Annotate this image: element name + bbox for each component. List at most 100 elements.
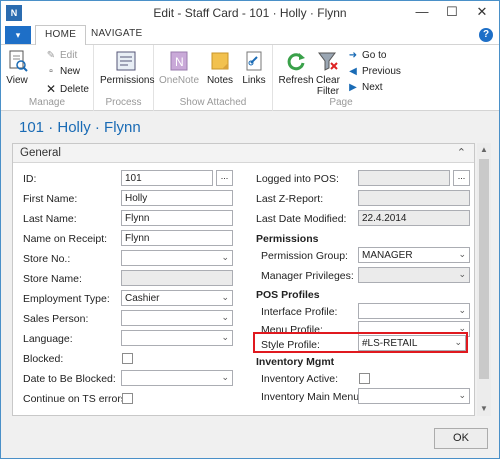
chevron-down-icon: ⌄ bbox=[221, 312, 229, 322]
arrow-right-icon: ➜ bbox=[348, 50, 358, 61]
store-name-field bbox=[121, 270, 233, 286]
chevron-down-icon: ⌄ bbox=[458, 305, 466, 315]
blocked-label: Blocked: bbox=[23, 353, 64, 365]
previous-label: Previous bbox=[362, 66, 401, 77]
new-document-icon: ▫ bbox=[49, 66, 53, 77]
inventory-main-menu-dropdown[interactable]: ⌄ bbox=[358, 388, 470, 404]
chevron-down-icon: ⌄ bbox=[458, 390, 466, 400]
triangle-left-icon: ◀ bbox=[349, 66, 357, 77]
style-profile-highlight bbox=[253, 332, 468, 353]
edit-label: Edit bbox=[60, 50, 78, 61]
inventory-active-checkbox[interactable] bbox=[359, 373, 370, 384]
ribbon: View ✎ Edit ▫ New ✕ Delete Manage Permis… bbox=[1, 45, 499, 111]
vertical-scrollbar[interactable]: ▲ ▼ bbox=[477, 143, 491, 416]
permission-group-dropdown[interactable]: MANAGER ⌄ bbox=[358, 247, 470, 263]
triangle-right-icon: ▶ bbox=[349, 82, 357, 93]
scrollbar-thumb[interactable] bbox=[479, 159, 489, 379]
inventory-active-label: Inventory Active: bbox=[261, 373, 339, 385]
first-name-field[interactable]: Holly bbox=[121, 190, 233, 206]
blocked-checkbox[interactable] bbox=[122, 353, 133, 364]
name-on-receipt-label: Name on Receipt: bbox=[23, 233, 108, 245]
links-label: Links bbox=[242, 75, 266, 86]
notes-button[interactable]: Notes bbox=[206, 49, 234, 86]
staff-card-window: N Edit - Staff Card - 101 · Holly · Flyn… bbox=[0, 0, 500, 459]
inventory-section-title: Inventory Mgmt bbox=[256, 356, 335, 368]
refresh-label: Refresh bbox=[278, 75, 314, 86]
employment-type-label: Employment Type: bbox=[23, 293, 110, 305]
onenote-icon: N bbox=[167, 49, 191, 73]
inventory-main-menu-label: Inventory Main Menu: bbox=[261, 391, 362, 403]
id-label: ID: bbox=[23, 173, 37, 185]
general-fasttab: General ⌃ ID: 101 ... First Name: Holly … bbox=[12, 143, 475, 416]
collapse-icon[interactable]: ⌃ bbox=[457, 146, 466, 159]
sales-person-dropdown[interactable]: ⌄ bbox=[121, 310, 233, 326]
last-name-field[interactable]: Flynn bbox=[121, 210, 233, 226]
logged-pos-label: Logged into POS: bbox=[256, 173, 339, 185]
employment-type-value: Cashier bbox=[125, 293, 160, 304]
id-assist-button[interactable]: ... bbox=[216, 170, 233, 186]
permission-group-value: MANAGER bbox=[362, 250, 413, 261]
clear-filter-icon bbox=[316, 49, 340, 73]
logged-pos-field bbox=[358, 170, 450, 186]
svg-text:N: N bbox=[175, 55, 184, 69]
onenote-label: OneNote bbox=[159, 75, 200, 86]
pencil-icon: ✎ bbox=[46, 50, 56, 61]
continue-ts-checkbox[interactable] bbox=[122, 393, 133, 404]
chevron-down-icon: ⌄ bbox=[221, 252, 229, 262]
title-bar: N Edit - Staff Card - 101 · Holly · Flyn… bbox=[1, 1, 499, 25]
onenote-button[interactable]: N OneNote bbox=[159, 49, 199, 86]
minimize-button[interactable]: — bbox=[411, 3, 433, 21]
maximize-button[interactable]: ☐ bbox=[441, 3, 463, 21]
permissions-button[interactable]: Permissions bbox=[100, 49, 155, 86]
last-modified-label: Last Date Modified: bbox=[256, 213, 347, 225]
interface-profile-dropdown[interactable]: ⌄ bbox=[358, 303, 470, 319]
store-no-dropdown[interactable]: ⌄ bbox=[121, 250, 233, 266]
scroll-up-icon[interactable]: ▲ bbox=[477, 143, 491, 157]
manager-privileges-dropdown[interactable]: ⌄ bbox=[358, 267, 470, 283]
group-process: Permissions Process bbox=[94, 45, 154, 111]
previous-button[interactable]: ◀ Previous bbox=[347, 66, 401, 77]
pos-profiles-section-title: POS Profiles bbox=[256, 289, 320, 301]
refresh-icon bbox=[284, 49, 308, 73]
clear-filter-button[interactable]: Clear Filter bbox=[315, 49, 341, 97]
tab-navigate[interactable]: NAVIGATE bbox=[91, 28, 142, 39]
store-name-label: Store Name: bbox=[23, 273, 82, 285]
date-blocked-dropdown[interactable]: ⌄ bbox=[121, 370, 233, 386]
help-icon[interactable]: ? bbox=[479, 28, 493, 42]
tab-home[interactable]: HOME bbox=[35, 25, 87, 46]
page-title: 101 · Holly · Flynn bbox=[19, 119, 141, 136]
close-button[interactable]: ✕ bbox=[471, 3, 493, 21]
continue-ts-label: Continue on TS errors: bbox=[23, 393, 130, 405]
language-dropdown[interactable]: ⌄ bbox=[121, 330, 233, 346]
edit-button[interactable]: ✎ Edit bbox=[45, 50, 77, 61]
application-menu-button[interactable]: ▾ bbox=[5, 26, 31, 44]
permissions-label: Permissions bbox=[100, 75, 155, 86]
employment-type-dropdown[interactable]: Cashier ⌄ bbox=[121, 290, 233, 306]
name-on-receipt-field[interactable]: Flynn bbox=[121, 230, 233, 246]
go-to-button[interactable]: ➜ Go to bbox=[347, 50, 387, 61]
new-button[interactable]: ▫ New bbox=[45, 66, 80, 77]
view-button[interactable]: View bbox=[6, 49, 28, 86]
delete-button[interactable]: ✕ Delete bbox=[45, 82, 89, 96]
chevron-down-icon: ⌄ bbox=[458, 269, 466, 279]
group-label-manage: Manage bbox=[28, 97, 66, 108]
permissions-section-title: Permissions bbox=[256, 233, 319, 245]
scroll-down-icon[interactable]: ▼ bbox=[477, 402, 491, 416]
last-name-label: Last Name: bbox=[23, 213, 77, 225]
id-field[interactable]: 101 bbox=[121, 170, 213, 186]
links-button[interactable]: Links bbox=[240, 49, 268, 86]
last-z-report-field bbox=[358, 190, 470, 206]
group-label-process: Process bbox=[105, 97, 142, 108]
language-label: Language: bbox=[23, 333, 73, 345]
clear-filter-label-2: Filter bbox=[316, 86, 340, 97]
chevron-down-icon: ⌄ bbox=[221, 372, 229, 382]
next-button[interactable]: ▶ Next bbox=[347, 82, 383, 93]
refresh-button[interactable]: Refresh bbox=[278, 49, 314, 86]
ok-button[interactable]: OK bbox=[434, 428, 488, 449]
next-label: Next bbox=[362, 82, 383, 93]
general-fasttab-header[interactable]: General ⌃ bbox=[13, 144, 474, 163]
chevron-down-icon: ⌄ bbox=[458, 249, 466, 259]
permission-group-label: Permission Group: bbox=[261, 250, 348, 262]
logged-pos-assist-button[interactable]: ... bbox=[453, 170, 470, 186]
notes-icon bbox=[208, 49, 232, 73]
